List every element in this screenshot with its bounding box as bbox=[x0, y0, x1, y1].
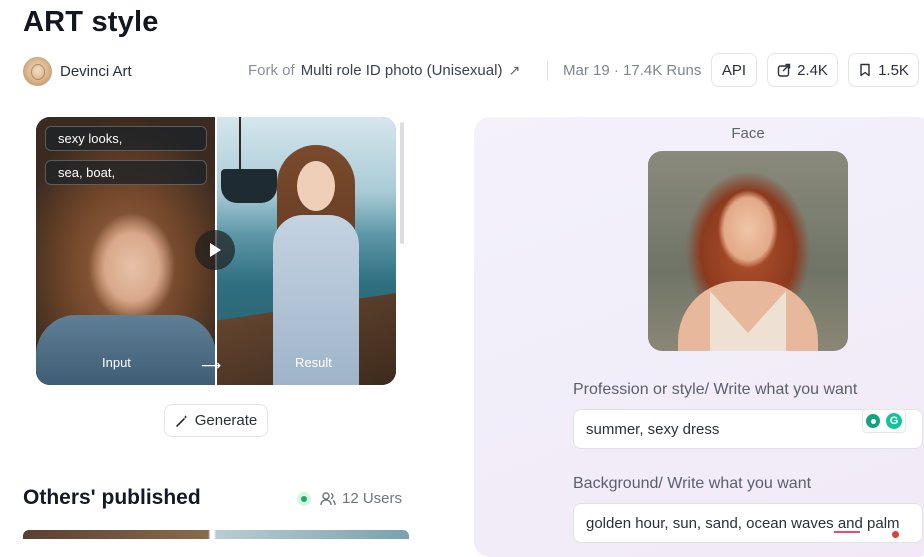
generate-button[interactable]: Generate bbox=[164, 404, 268, 437]
fork-prefix: Fork of bbox=[248, 62, 295, 79]
users-count-label: 12 Users bbox=[342, 490, 403, 507]
input-label: Input bbox=[102, 355, 131, 370]
share-icon bbox=[777, 63, 791, 77]
page-title: ART style bbox=[23, 6, 159, 38]
play-button[interactable] bbox=[195, 230, 235, 270]
api-button-label: API bbox=[721, 61, 747, 79]
profession-value: summer, sexy dress bbox=[586, 420, 720, 438]
background-input[interactable]: golden hour, sun, sand, ocean waves and … bbox=[573, 503, 923, 543]
api-button[interactable]: API bbox=[711, 53, 757, 87]
preview-comparison[interactable]: sexy looks, sea, boat, Input ⟶ Result bbox=[36, 117, 396, 385]
users-count[interactable]: 12 Users bbox=[320, 490, 402, 507]
grammarly-widget[interactable]: G bbox=[862, 409, 906, 433]
share-count: 2.4K bbox=[797, 61, 828, 79]
magic-wand-icon bbox=[175, 414, 188, 427]
profession-label: Profession or style/ Write what you want bbox=[573, 381, 858, 398]
background-value: golden hour, sun, sand, ocean waves and … bbox=[586, 515, 900, 532]
users-icon bbox=[320, 491, 336, 505]
arrow-right-icon: ⟶ bbox=[201, 357, 222, 373]
fork-source-link[interactable]: Multi role ID photo (Unisexual) bbox=[301, 62, 503, 79]
spellcheck-underline bbox=[834, 531, 860, 533]
share-button[interactable]: 2.4K bbox=[767, 53, 838, 87]
bookmark-count: 1.5K bbox=[878, 61, 909, 79]
preview-scrollbar[interactable] bbox=[400, 122, 404, 244]
prompt-tag: sea, boat, bbox=[45, 160, 207, 185]
face-upload-image[interactable] bbox=[648, 151, 848, 351]
result-label: Result bbox=[295, 355, 332, 370]
background-label: Background/ Write what you want bbox=[573, 475, 812, 492]
input-image bbox=[36, 117, 216, 385]
run-meta: Mar 19 · 17.4K Runs bbox=[563, 62, 702, 79]
bookmark-icon bbox=[860, 63, 870, 77]
grammarly-assist-icon[interactable] bbox=[866, 414, 880, 428]
grammarly-alert-icon[interactable] bbox=[892, 531, 899, 538]
online-status-icon bbox=[297, 492, 311, 506]
published-thumbnail[interactable] bbox=[23, 530, 409, 539]
external-link-icon[interactable]: ↗ bbox=[508, 62, 520, 79]
others-published-heading: Others' published bbox=[23, 486, 201, 509]
play-icon bbox=[210, 243, 221, 257]
prompt-tag: sexy looks, bbox=[45, 126, 207, 151]
bookmark-button[interactable]: 1.5K bbox=[848, 53, 919, 87]
grammarly-icon[interactable]: G bbox=[886, 413, 902, 429]
header-divider bbox=[547, 61, 548, 81]
fork-info: Fork of Multi role ID photo (Unisexual) … bbox=[248, 62, 520, 79]
author[interactable]: Devinci Art bbox=[23, 57, 132, 86]
author-avatar[interactable] bbox=[23, 57, 52, 86]
result-image bbox=[217, 117, 396, 385]
face-label: Face bbox=[731, 125, 765, 142]
generate-label: Generate bbox=[194, 412, 258, 429]
author-name[interactable]: Devinci Art bbox=[60, 63, 132, 80]
